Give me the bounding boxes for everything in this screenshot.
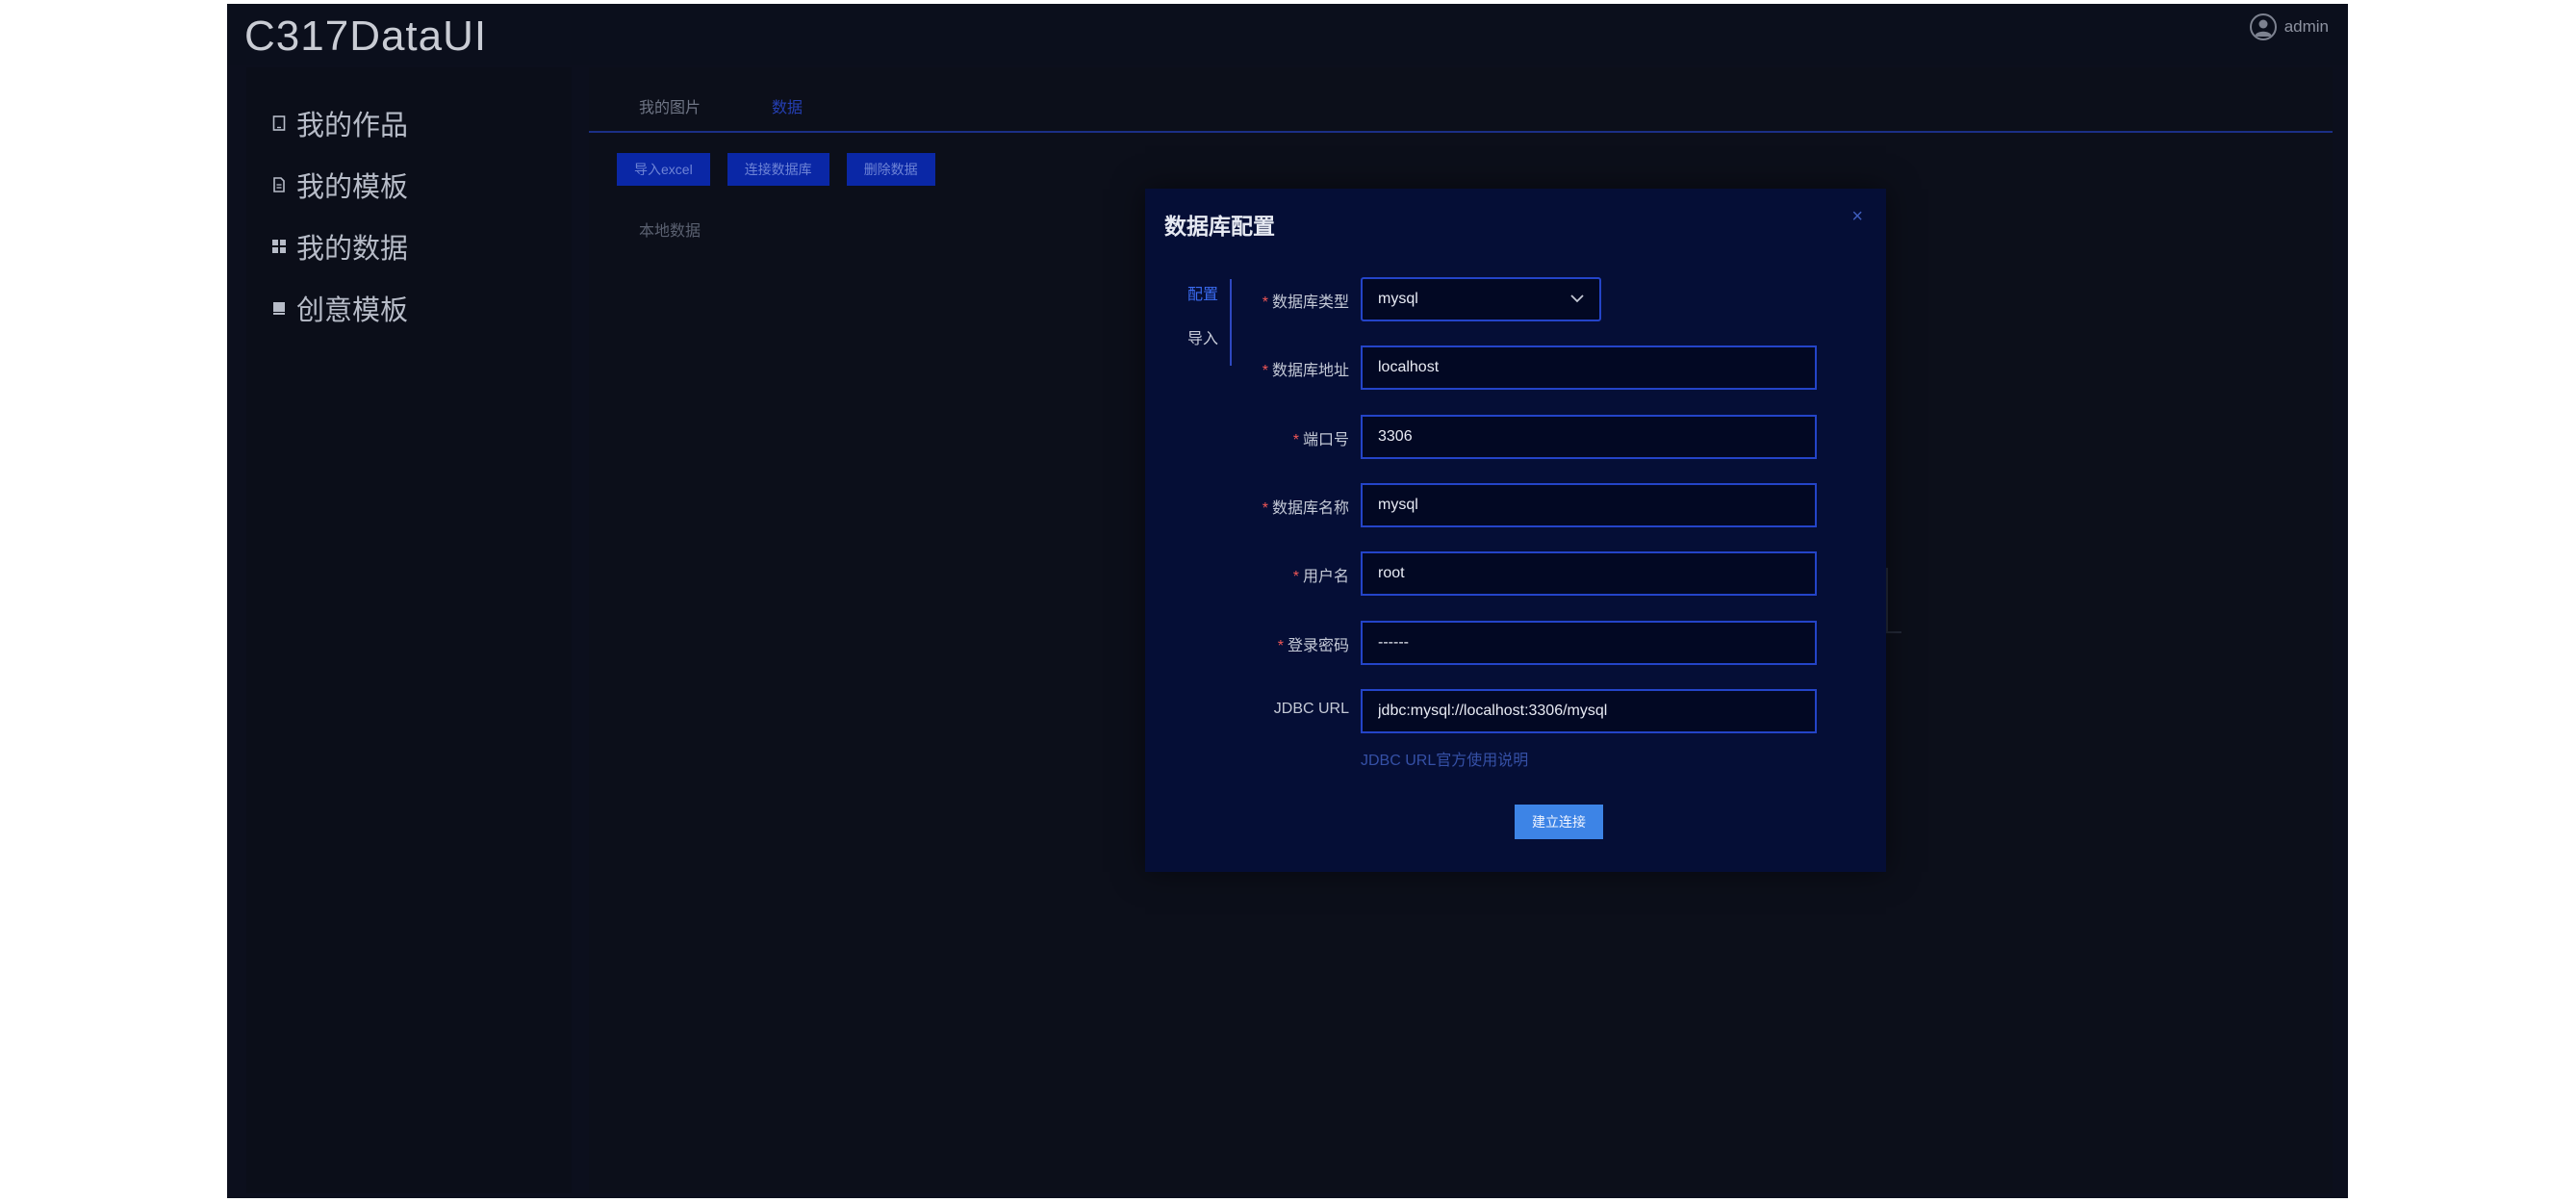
password-label: * 登录密码 [1277,638,1349,654]
db-type-select[interactable]: mysql [1361,277,1601,321]
sidebar-item-creative-templates[interactable]: 创意模板 [271,289,408,327]
user-menu[interactable]: admin [2249,13,2329,40]
db-type-label: * 数据库类型 [1262,294,1349,311]
db-name-input[interactable] [1361,483,1817,527]
required-mark: * [1262,500,1268,517]
jdbc-url-help-link[interactable]: JDBC URL官方使用说明 [1361,747,1528,770]
document-icon [271,177,287,192]
connect-database-button[interactable]: 连接数据库 [727,153,829,186]
close-icon[interactable]: × [1851,206,1863,228]
top-bar: C317DataUI admin [227,4,2348,65]
app-title: C317DataUI [244,13,488,60]
db-name-label: * 数据库名称 [1262,500,1349,517]
form-row-db-name: * 数据库名称 [1145,483,1886,527]
app-window: C317DataUI admin 我的作品 我的模板 我的数据 创意模板 我的图… [227,4,2348,1198]
delete-data-button[interactable]: 删除数据 [846,153,935,186]
form-row-db-type: * 数据库类型 mysql [1145,277,1886,321]
square-icon [271,300,287,316]
user-avatar-icon[interactable] [2249,13,2277,40]
tab-my-images[interactable]: 我的图片 [639,94,701,117]
username-input[interactable] [1361,551,1817,596]
db-type-value: mysql [1378,291,1418,307]
sidebar-item-label: 创意模板 [296,295,409,326]
chevron-down-icon [1570,291,1584,308]
db-address-input[interactable] [1361,345,1817,390]
port-input[interactable] [1361,415,1817,459]
password-input[interactable] [1361,621,1817,665]
form-row-username: * 用户名 [1145,551,1886,596]
tablet-icon [271,115,287,131]
required-mark: * [1277,638,1284,654]
user-name[interactable]: admin [2284,17,2329,37]
jdbc-url-label: JDBC URL [1273,701,1349,717]
form-row-port: * 端口号 [1145,415,1886,459]
toolbar: 导入excel 连接数据库 删除数据 [617,153,935,186]
sidebar-item-my-works[interactable]: 我的作品 [271,104,408,142]
import-excel-button[interactable]: 导入excel [617,153,710,186]
database-config-dialog: 数据库配置 × 配置 导入 *数据库类型 mysql *数据库地址 *端口号 *… [1145,189,1886,872]
local-data-label: 本地数据 [639,223,701,240]
required-mark: * [1262,294,1268,311]
jdbc-url-input[interactable] [1361,689,1817,733]
sidebar: 我的作品 我的模板 我的数据 创意模板 [246,67,572,1193]
background-placeholder [1886,568,1901,633]
username-label: * 用户名 [1292,569,1349,585]
grid-icon [271,239,287,254]
sidebar-item-label: 我的数据 [296,234,409,265]
db-address-label: * 数据库地址 [1262,363,1349,379]
required-mark: * [1292,569,1299,585]
connect-button[interactable]: 建立连接 [1515,805,1603,839]
tab-bar: 我的图片 数据 [589,67,2333,133]
sidebar-item-label: 我的作品 [296,111,409,141]
sidebar-item-label: 我的模板 [296,172,409,203]
form-row-jdbc-url: JDBC URL [1145,689,1886,733]
port-label: * 端口号 [1292,432,1349,448]
form-row-password: * 登录密码 [1145,621,1886,665]
dialog-title: 数据库配置 [1164,214,1275,239]
sidebar-item-my-data[interactable]: 我的数据 [271,227,408,266]
sidebar-item-my-templates[interactable]: 我的模板 [271,166,408,204]
required-mark: * [1262,363,1268,379]
required-mark: * [1292,432,1299,448]
tab-data[interactable]: 数据 [772,94,803,117]
form-row-db-address: * 数据库地址 [1145,345,1886,390]
